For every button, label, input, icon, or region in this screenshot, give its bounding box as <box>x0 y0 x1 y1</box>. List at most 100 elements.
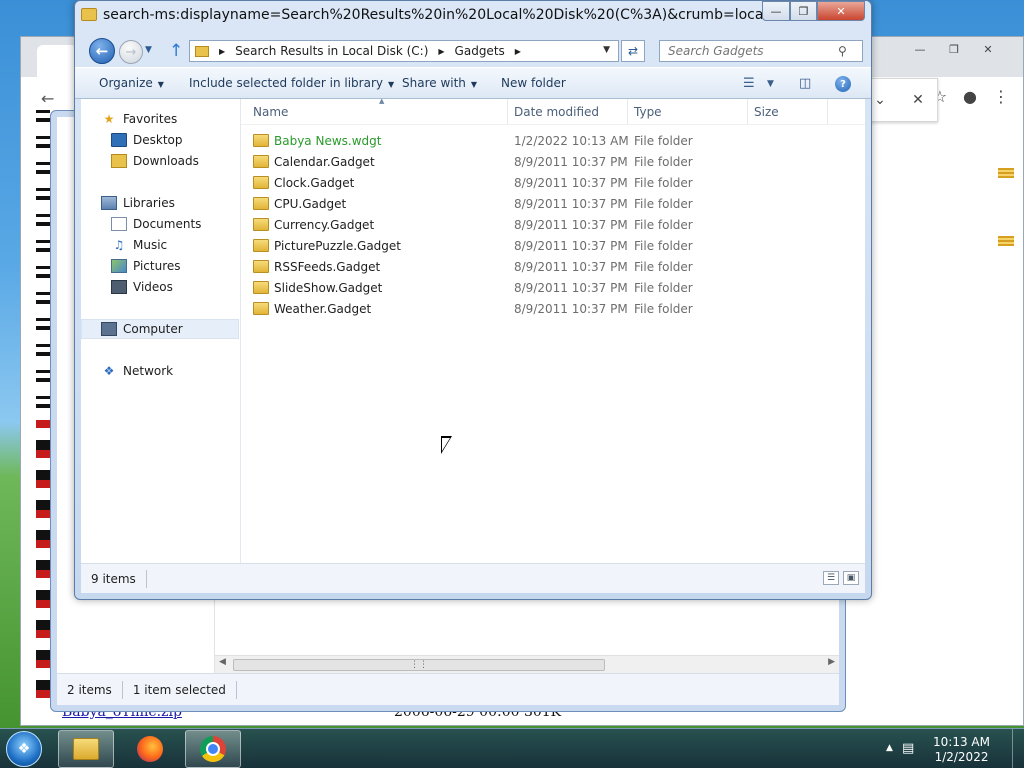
breadcrumb-arrow-icon[interactable]: ▶ <box>515 47 521 56</box>
back-button[interactable]: ← <box>89 38 115 64</box>
search-input[interactable] <box>660 44 838 58</box>
scrollbar-thumb[interactable]: ⋮⋮ <box>233 659 605 671</box>
find-close-icon[interactable]: ✕ <box>912 92 924 108</box>
file-row[interactable]: Currency.Gadget 8/9/2011 10:37 PM File fol… <box>253 215 833 236</box>
up-arrow-icon[interactable]: ↑ <box>169 41 183 61</box>
column-header-name[interactable]: Name <box>253 105 288 119</box>
refresh-button[interactable]: ⇄ <box>621 40 645 62</box>
file-type: File folder <box>634 155 693 169</box>
column-header-size[interactable]: Size <box>754 105 779 119</box>
scroll-left-icon[interactable]: ◀ <box>219 657 226 667</box>
breadcrumb-arrow-icon[interactable]: ▶ <box>438 47 444 56</box>
profile-icon[interactable]: ● <box>963 87 977 106</box>
file-row[interactable]: SlideShow.Gadget 8/9/2011 10:37 PM File fo… <box>253 278 833 299</box>
address-dropdown-icon[interactable]: ▼ <box>603 45 610 55</box>
folder-icon <box>253 155 269 168</box>
file-row[interactable]: Weather.Gadget 8/9/2011 10:37 PM File fold… <box>253 299 833 320</box>
navigation-row: ← → ▼ ↑ ▶ Search Results in Local Disk (… <box>75 35 871 65</box>
organize-button[interactable]: Organize ▼ <box>99 76 164 90</box>
browser-close-icon[interactable]: ✕ <box>971 39 1005 59</box>
item-count: 2 items <box>67 682 112 697</box>
column-header-type[interactable]: Type <box>634 105 662 119</box>
horizontal-scrollbar[interactable]: ◀ ⋮⋮ ▶ <box>215 655 839 673</box>
new-folder-button[interactable]: New folder <box>501 76 566 90</box>
tray-expand-icon[interactable]: ▲ <box>886 743 893 753</box>
nav-item-documents[interactable]: Documents <box>111 214 201 234</box>
menu-dots-icon[interactable]: ⋮ <box>993 87 1009 106</box>
page-content-strip <box>36 420 50 710</box>
search-box[interactable]: ⚲ <box>659 40 863 62</box>
column-divider[interactable] <box>627 99 628 125</box>
start-button[interactable]: ❖ <box>6 731 42 767</box>
folder-icon <box>253 260 269 273</box>
nav-item-favorites[interactable]: ★ Favorites <box>101 109 178 129</box>
browser-minimize-icon[interactable]: — <box>903 39 937 59</box>
nav-item-desktop[interactable]: Desktop <box>111 130 183 150</box>
breadcrumb-gadgets[interactable]: Gadgets <box>451 44 509 58</box>
column-header-date[interactable]: Date modified <box>514 105 599 119</box>
title-bar[interactable]: search-ms:displayname=Search%20Results%2… <box>75 1 871 33</box>
item-count: 9 items <box>91 571 136 586</box>
file-row[interactable]: Babya News.wdgt 1/2/2022 10:13 AM File fol… <box>253 131 833 152</box>
nav-item-computer[interactable]: Computer <box>81 319 239 339</box>
file-row[interactable]: Clock.Gadget 8/9/2011 10:37 PM File folder <box>253 173 833 194</box>
nav-item-downloads[interactable]: Downloads <box>111 151 199 171</box>
file-row[interactable]: Calendar.Gadget 8/9/2011 10:37 PM File fol… <box>253 152 833 173</box>
clock-date: 1/2/2022 <box>934 750 989 764</box>
file-type: File folder <box>634 134 693 148</box>
taskbar-explorer-button[interactable] <box>58 730 114 768</box>
status-divider <box>145 569 147 588</box>
libraries-icon <box>101 196 117 210</box>
navigation-pane: ★ Favorites Desktop Downloads Libraries D… <box>81 99 241 563</box>
close-button[interactable]: ✕ <box>817 1 865 21</box>
column-divider[interactable] <box>507 99 508 125</box>
clock[interactable]: 10:13 AM 1/2/2022 <box>933 735 990 765</box>
include-in-library-button[interactable]: Include selected folder in library ▼ <box>189 76 394 90</box>
taskbar: ❖ ▲ ▤ 10:13 AM 1/2/2022 <box>0 728 1024 768</box>
file-date: 8/9/2011 10:37 PM <box>514 239 628 253</box>
taskbar-firefox-button[interactable] <box>122 730 178 768</box>
explorer-folder-icon <box>73 738 99 760</box>
browser-tab[interactable] <box>37 45 77 77</box>
preview-pane-icon[interactable]: ◫ <box>799 76 811 91</box>
file-date: 8/9/2011 10:37 PM <box>514 302 628 316</box>
large-icons-view-icon[interactable]: ▣ <box>843 571 859 585</box>
network-tray-icon[interactable]: ▤ <box>902 741 914 756</box>
nav-label: Favorites <box>123 112 178 126</box>
chevron-down-icon[interactable]: ⌄ <box>874 92 886 108</box>
chrome-icon <box>200 736 226 762</box>
breadcrumb-arrow-icon[interactable]: ▶ <box>219 47 225 56</box>
address-bar[interactable]: ▶ Search Results in Local Disk (C:) ▶ Ga… <box>189 40 619 62</box>
file-row[interactable]: CPU.Gadget 8/9/2011 10:37 PM File folder <box>253 194 833 215</box>
change-view-icon[interactable]: ☰ <box>743 76 755 91</box>
nav-label: Videos <box>133 280 173 294</box>
recent-pages-dropdown-icon[interactable]: ▼ <box>145 45 152 55</box>
details-view-icon[interactable]: ☰ <box>823 571 839 585</box>
browser-maximize-icon[interactable]: ❐ <box>937 39 971 59</box>
taskbar-chrome-button[interactable] <box>185 730 241 768</box>
nav-item-pictures[interactable]: Pictures <box>111 256 181 276</box>
nav-item-music[interactable]: ♫ Music <box>111 235 168 255</box>
column-divider[interactable] <box>827 99 828 125</box>
forward-button[interactable]: → <box>119 40 143 64</box>
search-icon[interactable]: ⚲ <box>838 44 847 58</box>
folder-icon <box>253 176 269 189</box>
nav-item-libraries[interactable]: Libraries <box>101 193 175 213</box>
file-row[interactable]: RSSFeeds.Gadget 8/9/2011 10:37 PM File fol… <box>253 257 833 278</box>
share-with-button[interactable]: Share with ▼ <box>402 76 477 90</box>
pictures-icon <box>111 259 127 273</box>
nav-item-network[interactable]: ❖ Network <box>101 361 174 381</box>
minimize-button[interactable]: — <box>762 1 790 21</box>
nav-item-videos[interactable]: Videos <box>111 277 173 297</box>
maximize-button[interactable]: ❐ <box>790 1 817 21</box>
show-desktop-button[interactable] <box>1012 729 1024 768</box>
help-icon[interactable]: ? <box>835 76 851 92</box>
view-dropdown-icon[interactable]: ▼ <box>767 79 774 89</box>
column-divider[interactable] <box>747 99 748 125</box>
file-row[interactable]: PicturePuzzle.Gadget 8/9/2011 10:37 PM Fil… <box>253 236 833 257</box>
file-name: PicturePuzzle.Gadget <box>274 239 402 253</box>
scroll-right-icon[interactable]: ▶ <box>828 657 835 667</box>
system-tray: ▲ ▤ 10:13 AM 1/2/2022 <box>886 729 1016 768</box>
breadcrumb-search-results[interactable]: Search Results in Local Disk (C:) <box>231 44 432 58</box>
browser-back-icon[interactable]: ← <box>41 89 54 108</box>
